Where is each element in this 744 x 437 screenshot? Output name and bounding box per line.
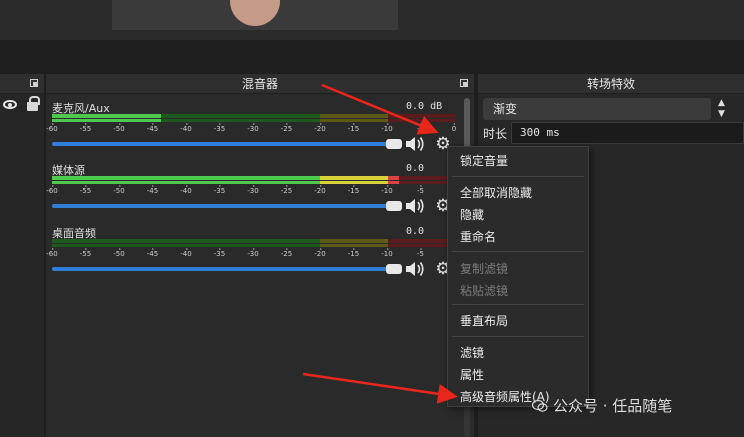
- menu-item[interactable]: 滤镜: [448, 342, 588, 364]
- meter-tick-label: -10: [381, 185, 393, 195]
- meter-tick-label: -5: [417, 185, 424, 195]
- float-dock-icon[interactable]: [460, 79, 468, 87]
- meter-tick-label: -45: [146, 185, 159, 195]
- menu-separator: [452, 304, 584, 305]
- duration-label: 时长: [483, 127, 508, 141]
- volume-slider[interactable]: [52, 201, 402, 211]
- meter-tick-label: -55: [79, 123, 92, 133]
- volume-meter: [52, 176, 456, 184]
- dock-gap: [0, 40, 744, 74]
- float-dock-icon[interactable]: [30, 79, 38, 87]
- transition-select[interactable]: 渐变: [483, 98, 711, 120]
- meter-tick-label: -40: [180, 123, 192, 133]
- meter-tick-label: -20: [314, 123, 326, 133]
- eye-icon[interactable]: [3, 100, 17, 109]
- meter-tick-label: -20: [314, 248, 326, 258]
- channel-db-readout: 0.0 dB: [406, 101, 443, 112]
- meter-tick-label: -30: [247, 248, 259, 258]
- duration-field[interactable]: 300 ms: [511, 122, 744, 144]
- meter-tick-label: -55: [79, 248, 92, 258]
- meter-scale: -60-55-50-45-40-35-30-25-20-15-10-50: [46, 248, 462, 262]
- speaker-icon[interactable]: [404, 196, 426, 216]
- meter-scale: -60-55-50-45-40-35-30-25-20-15-10-50: [46, 123, 462, 137]
- menu-separator: [452, 176, 584, 177]
- menu-item: 粘贴滤镜: [460, 284, 509, 298]
- menu-item[interactable]: 全部取消隐藏: [448, 182, 588, 204]
- meter-tick-label: -10: [381, 123, 393, 133]
- meter-tick-label: -55: [79, 185, 92, 195]
- mixer-title: 混音器: [46, 74, 474, 94]
- volume-slider[interactable]: [52, 139, 402, 149]
- menu-separator: [452, 336, 584, 337]
- meter-tick-label: -50: [113, 248, 125, 258]
- meter-tick-label: -35: [213, 248, 226, 258]
- meter-tick-label: 0: [451, 123, 457, 133]
- mixer-title-text: 混音器: [241, 77, 278, 91]
- speaker-icon[interactable]: [404, 134, 426, 154]
- meter-tick-label: -45: [146, 248, 159, 258]
- menu-item[interactable]: 重命名: [448, 226, 588, 248]
- meter-tick-label: -40: [180, 248, 192, 258]
- meter-tick-label: -35: [213, 123, 226, 133]
- mixer-body: 麦克风/Aux 0.0 dB -60 -55 -50 -45 -40 -35 -30 -25 -20…: [46, 94, 474, 437]
- meter-tick-label: -5: [417, 123, 424, 133]
- preview-video-frame: [112, 0, 398, 30]
- menu-item[interactable]: 垂直布局: [448, 310, 588, 332]
- transitions-title: 转场特效: [478, 74, 744, 94]
- meter-tick-label: -35: [213, 185, 226, 195]
- lock-icon[interactable]: [27, 96, 40, 111]
- meter-tick-label: -50: [113, 185, 125, 195]
- volume-slider-handle[interactable]: [386, 139, 402, 149]
- meter-tick-label: -60: [46, 248, 58, 258]
- meter-tick-label: -45: [146, 123, 159, 133]
- menu-separator: [452, 251, 584, 252]
- meter-tick-label: -50: [113, 123, 125, 133]
- audio-mixer-dock: 混音器 麦克风/Aux 0.0 dB -60 -55 -50 -45 -40 -35 -30 -2…: [46, 74, 474, 437]
- meter-tick-label: -30: [247, 185, 259, 195]
- meter-tick-label: -10: [381, 248, 393, 258]
- select-arrows-icon[interactable]: ▲ ▼: [718, 98, 738, 120]
- speaker-icon[interactable]: [404, 259, 426, 279]
- context-menu: 锁定音量 全部取消隐藏 隐藏 重命名 复制滤镜 粘贴滤镜 垂直布局 滤镜 属性 高级音频属性(A): [447, 146, 589, 407]
- menu-item[interactable]: 隐藏: [448, 204, 588, 226]
- channel-db-readout: 0.0: [406, 163, 425, 174]
- meter-scale: -60-55-50-45-40-35-30-25-20-15-10-50: [46, 185, 462, 199]
- sources-dock-title: [0, 74, 44, 94]
- meter-tick-label: -25: [280, 185, 293, 195]
- meter-tick-label: -5: [417, 248, 424, 258]
- meter-tick-label: -25: [280, 248, 293, 258]
- watermark-text: 公众号 · 任品随笔: [553, 397, 673, 415]
- meter-tick-label: -60: [46, 123, 58, 133]
- meter-tick-label: -40: [180, 185, 192, 195]
- menu-item[interactable]: 属性: [448, 364, 588, 386]
- volume-slider[interactable]: [52, 264, 402, 274]
- meter-tick-label: -20: [314, 185, 326, 195]
- channel-db-readout: 0.0: [406, 226, 425, 237]
- wechat-icon: [532, 399, 548, 412]
- meter-tick-label: -15: [347, 248, 360, 258]
- volume-slider-handle[interactable]: [386, 201, 402, 211]
- meter-tick-label: -30: [247, 123, 259, 133]
- volume-slider-handle[interactable]: [386, 264, 402, 274]
- meter-tick-label: -15: [347, 123, 360, 133]
- sources-dock-body: [0, 94, 44, 437]
- sources-dock: [0, 74, 44, 437]
- menu-item: 复制滤镜: [460, 262, 509, 276]
- meter-tick-label: -60: [46, 185, 58, 195]
- meter-tick-label: -25: [280, 123, 293, 133]
- menu-item[interactable]: 锁定音量: [448, 150, 588, 172]
- volume-meter: [52, 114, 456, 122]
- meter-tick-label: -15: [347, 185, 360, 195]
- volume-meter: [52, 239, 456, 247]
